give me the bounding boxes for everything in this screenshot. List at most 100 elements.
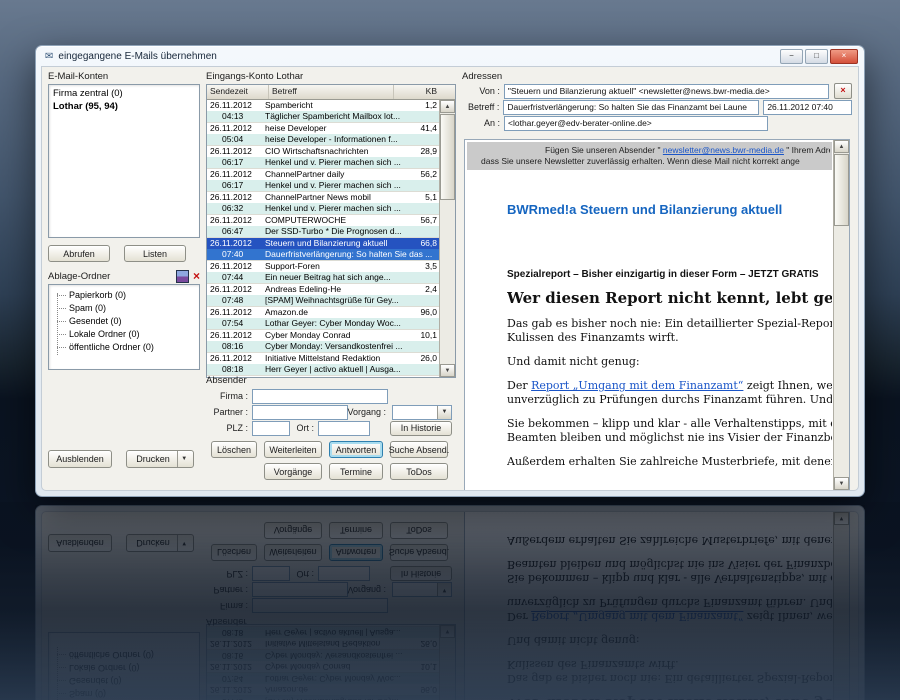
listen-button[interactable]: Listen (124, 245, 186, 262)
message-date: 26.11.2012 (210, 192, 252, 202)
message-date: 26.11.2012 (210, 100, 252, 110)
message-row[interactable]: 26.11.2012 Amazon.de 96,0 07:54 Lothar G… (207, 307, 440, 330)
message-size-kb: 5,1 (425, 192, 437, 202)
ort-field[interactable] (318, 420, 370, 436)
scroll-down-icon[interactable]: ▼ (834, 477, 849, 490)
folder-item[interactable]: Gesendet (0) (49, 315, 197, 328)
todos-button[interactable]: ToDos (390, 463, 448, 480)
email-body: Fügen Sie unseren Absender " newsletter@… (467, 142, 832, 488)
message-sender: CIO Wirtschaftsnachrichten (265, 146, 369, 156)
paragraph-4: Sie bekommen – klipp und klar - alle Ver… (507, 417, 832, 444)
message-size-kb: 10,1 (420, 330, 437, 340)
message-row[interactable]: 26.11.2012 heise Developer 41,4 05:04 he… (207, 123, 440, 146)
betreff-field[interactable]: Dauerfristverlängerung: So halten Sie da… (503, 99, 760, 115)
message-size-kb: 96,0 (420, 307, 437, 317)
message-subject: Cyber Monday: Versandkostenfrei ... (265, 341, 440, 352)
message-time: 04:13 (207, 111, 265, 122)
message-row[interactable]: 26.11.2012 Initiative Mittelstand Redakt… (207, 353, 440, 376)
message-row[interactable]: 26.11.2012 ChannelPartner daily 56,2 06:… (207, 169, 440, 192)
message-row[interactable]: 26.11.2012 Support-Foren 3,5 07:44 Ein n… (207, 261, 440, 284)
banner-email-link[interactable]: newsletter@news.bwr-media.de (663, 145, 784, 155)
message-row[interactable]: 26.11.2012 Cyber Monday Conrad 10,1 08:1… (207, 330, 440, 353)
message-sender: Cyber Monday Conrad (265, 330, 351, 340)
brand-title: Steuern und Bilanzierung aktuell (576, 202, 783, 217)
antworten-button[interactable]: Antworten (329, 441, 383, 458)
message-row[interactable]: 26.11.2012 Spambericht 1,2 04:13 Täglich… (207, 100, 440, 123)
weiterleiten-button[interactable]: Weiterleiten (264, 441, 322, 458)
folder-tree[interactable]: Papierkorb (0) Spam (0) Gesendet (0) Lokale… (48, 284, 200, 370)
von-field[interactable]: "Steuern und Bilanzierung aktuell" <news… (503, 83, 830, 99)
preview-scrollbar[interactable]: ▲ ▼ (833, 140, 849, 490)
folder-item[interactable]: Spam (0) (49, 302, 197, 315)
message-time: 07:48 (207, 295, 265, 306)
window-titlebar[interactable]: ✉ eingegangene E-Mails übernehmen − □ × (36, 46, 864, 66)
termine-button[interactable]: Termine (329, 463, 383, 480)
email-accounts-listbox[interactable]: Firma zentral (0) Lothar (95, 94) (48, 84, 200, 238)
close-button[interactable]: × (830, 48, 858, 64)
column-kb[interactable]: KB (394, 85, 455, 99)
message-time: 08:16 (207, 341, 265, 352)
abrufen-button[interactable]: Abrufen (48, 245, 110, 262)
account-item[interactable]: Lothar (95, 94) (51, 100, 197, 113)
message-sender: Initiative Mittelstand Redaktion (265, 353, 381, 363)
message-subject: [SPAM] Weihnachtsgrüße für Gey... (265, 295, 440, 306)
message-subject: Der SSD-Turbo * Die Prognosen d... (265, 226, 440, 237)
column-betreff[interactable]: Betreff (269, 85, 394, 99)
minimize-button[interactable]: − (780, 48, 803, 64)
message-list-scrollbar[interactable]: ▲ ▼ (439, 100, 455, 377)
table-header: Sendezeit Betreff KB (207, 85, 455, 100)
scrollbar-thumb[interactable] (834, 154, 849, 226)
drucken-button[interactable]: Drucken ▼ (126, 450, 194, 468)
scroll-up-icon[interactable]: ▲ (440, 100, 455, 113)
address-action-icon[interactable]: × (834, 83, 852, 99)
von-label: Von : (479, 86, 500, 96)
message-subject: Henkel und v. Pierer machen sich ... (265, 180, 440, 191)
an-label: An : (483, 118, 500, 128)
message-row[interactable]: 26.11.2012 Steuern und Bilanzierung aktu… (207, 238, 440, 261)
window-content: E-Mail-Konten Firma zentral (0) Lothar (9… (41, 66, 859, 491)
in-historie-button[interactable]: In Historie (390, 420, 452, 436)
ausblenden-button[interactable]: Ausblenden (48, 450, 112, 468)
paragraph-1: Das gab es bisher noch nie: Ein detailli… (507, 317, 832, 344)
folders-close-icon[interactable]: × (193, 270, 200, 282)
message-size-kb: 41,4 (420, 123, 437, 133)
email-accounts-label: E-Mail-Konten (48, 71, 109, 82)
maximize-button[interactable]: □ (805, 48, 828, 64)
folder-item[interactable]: öffentliche Ordner (0) (49, 341, 197, 354)
message-sender: Andreas Edeling-He (265, 284, 342, 294)
firma-field[interactable] (252, 388, 388, 404)
account-item[interactable]: Firma zentral (0) (51, 87, 197, 100)
paragraph-2: Und damit nicht genug: (507, 355, 640, 368)
scroll-up-icon[interactable]: ▲ (834, 140, 849, 153)
scrollbar-thumb[interactable] (440, 114, 455, 200)
plz-field[interactable] (252, 420, 290, 436)
brand-logo: BWRmed!a (507, 202, 577, 217)
message-row[interactable]: 26.11.2012 ChannelPartner News mobil 5,1… (207, 192, 440, 215)
folder-grid-icon[interactable] (175, 269, 189, 283)
message-date: 26.11.2012 (210, 353, 252, 363)
message-date: 26.11.2012 (207, 238, 265, 249)
folder-item[interactable]: Papierkorb (0) (49, 289, 197, 302)
message-row[interactable]: 26.11.2012 CIO Wirtschaftsnachrichten 28… (207, 146, 440, 169)
message-time: 06:17 (207, 157, 265, 168)
suche-absender-button[interactable]: Suche Absend. (389, 441, 449, 458)
loeschen-button[interactable]: Löschen (211, 441, 257, 458)
vorgang-label: Vorgang : (347, 407, 386, 417)
combo-dropdown-icon[interactable]: ▼ (437, 405, 451, 419)
message-row[interactable]: 26.11.2012 COMPUTERWOCHE 56,7 06:47 Der … (207, 215, 440, 238)
an-field[interactable]: <lothar.geyer@edv-berater-online.de> (504, 115, 768, 131)
message-time: 08:18 (207, 364, 265, 375)
vorgang-combobox[interactable]: ▼ (392, 404, 452, 420)
drucken-dropdown-arrow[interactable]: ▼ (178, 456, 191, 462)
message-row[interactable]: 26.11.2012 Andreas Edeling-He 2,4 07:48 … (207, 284, 440, 307)
message-size-kb: 28,9 (420, 146, 437, 156)
vorgaenge-button[interactable]: Vorgänge (264, 463, 322, 480)
datum-field[interactable]: 26.11.2012 07:40 (763, 99, 852, 115)
partner-field[interactable] (252, 404, 348, 420)
firma-label: Firma : (220, 391, 248, 401)
report-link[interactable]: Report „Umgang mit dem Finanzamt“ (531, 379, 743, 392)
folder-item[interactable]: Lokale Ordner (0) (49, 328, 197, 341)
paragraph-3: Der Report „Umgang mit dem Finanzamt“ ze… (507, 379, 832, 406)
message-date: 26.11.2012 (210, 261, 252, 271)
column-sendezeit[interactable]: Sendezeit (207, 85, 269, 99)
